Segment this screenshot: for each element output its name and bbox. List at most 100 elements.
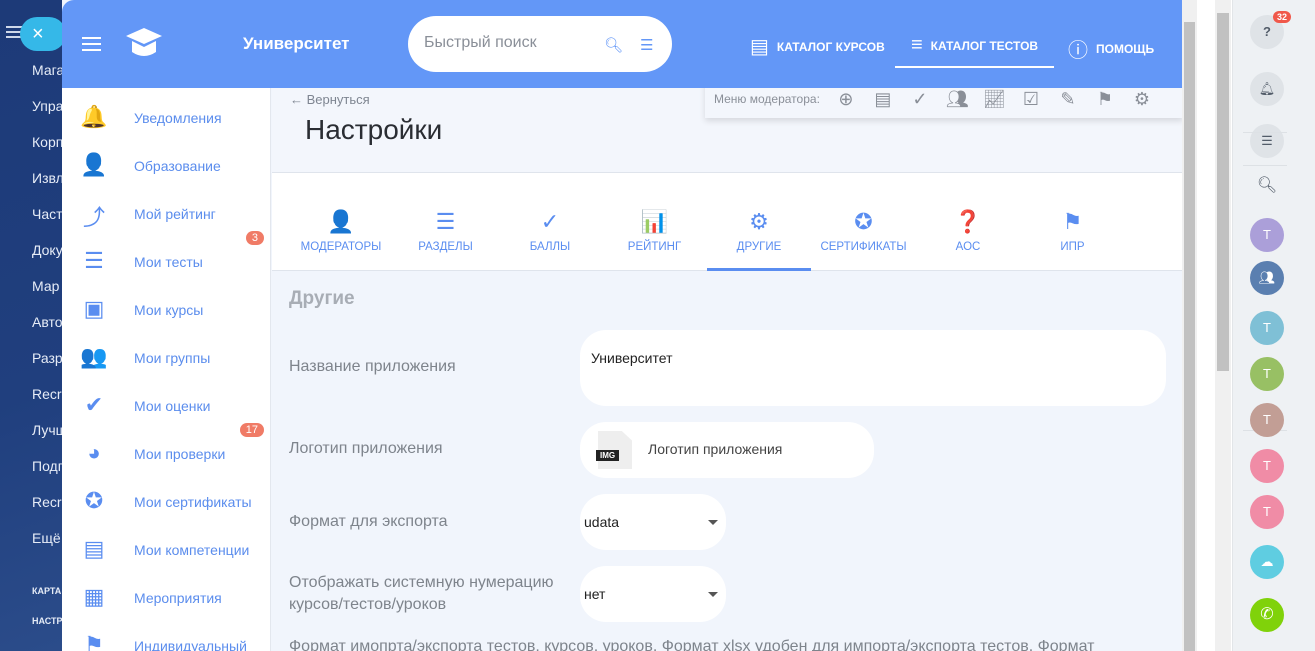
sidebar-item[interactable]: ⚑ Индивидуальный <box>62 625 271 651</box>
sidebar: 🔔 Уведомления 👤 Образование ⤴ Мой рейтинг ☰ Мои… <box>62 88 271 651</box>
chat-avatar[interactable]: Т <box>1250 449 1284 483</box>
advanced-search-icon[interactable]: ☰ <box>640 36 653 54</box>
sidebar-item-label: Образование <box>134 158 221 174</box>
numbering-select[interactable]: нет <box>580 566 726 622</box>
sidebar-item-label: Мой рейтинг <box>134 206 216 222</box>
bg-menu-item[interactable]: Лучш <box>32 422 62 438</box>
tab[interactable]: ⚑ ИПР <box>1021 173 1125 271</box>
tab-icon: ⚙ <box>749 209 769 234</box>
chat-list-icon[interactable]: ☰ <box>1250 124 1284 158</box>
background-hamburger-icon[interactable] <box>6 26 22 28</box>
tab-label: МОДЕРАТОРЫ <box>300 241 382 253</box>
bg-menu-small[interactable]: НАСТР <box>32 616 62 626</box>
chat-avatar[interactable]: Т <box>1250 311 1284 345</box>
help-icon: ⓘ <box>1068 40 1088 62</box>
bg-menu-item[interactable]: Авто <box>32 314 62 330</box>
bg-menu-item[interactable]: Recr <box>32 494 62 510</box>
back-link[interactable]: ← Вернуться <box>290 92 370 107</box>
sidebar-item[interactable]: ⤴ Мой рейтинг <box>62 193 271 241</box>
chat-avatar[interactable]: Т <box>1250 357 1284 391</box>
sidebar-item-label: Мои компетенции <box>134 542 250 558</box>
bg-menu-item[interactable]: Разр <box>32 350 62 366</box>
close-slider-button[interactable]: × <box>20 17 66 51</box>
bg-menu-item[interactable]: Корп <box>32 134 62 150</box>
bg-menu-item[interactable]: Мага <box>32 62 62 78</box>
search-input[interactable] <box>424 34 594 52</box>
settings-tabs: 👤 МОДЕРАТОРЫ ☰ РАЗДЕЛЫ ✓ БАЛЛЫ 📊 РЕЙТИНГ ⚙ ДРУГИЕ… <box>272 173 1182 271</box>
app-name-input[interactable]: Университет <box>580 330 1166 406</box>
hamburger-icon[interactable] <box>82 37 101 39</box>
add-list-icon[interactable]: ⊕ <box>835 89 857 110</box>
sidebar-item[interactable]: ◕ Мои проверки 17 <box>62 423 271 481</box>
chat-avatar[interactable]: Т <box>1250 218 1284 252</box>
sidebar-item[interactable]: ☰ Мои тесты 3 <box>62 231 271 289</box>
tab[interactable]: 👤 МОДЕРАТОРЫ <box>289 173 393 271</box>
review-icon: ◕ <box>87 440 101 465</box>
tab-label: ИПР <box>1060 241 1085 253</box>
sidebar-item[interactable]: 🔔 Уведомления <box>62 97 271 145</box>
tab[interactable]: ⚙ ДРУГИЕ <box>707 173 811 271</box>
nav-help[interactable]: ⓘ ПОМОЩЬ <box>1068 34 1154 63</box>
bg-menu-item[interactable]: Recr <box>32 386 62 402</box>
numbering-label: Отображать системную нумерацию курсов/те… <box>289 574 554 613</box>
bell-icon: 🔔 <box>80 104 108 129</box>
nav-test-catalog[interactable]: ≡ КАТАЛОГ ТЕСТОВ <box>894 34 1055 68</box>
sidebar-item[interactable]: ▤ Мои компетенции <box>62 529 271 577</box>
page-scrollbar[interactable] <box>1215 0 1231 651</box>
tab[interactable]: ✪ СЕРТИФИКАТЫ <box>812 173 916 271</box>
main-content: ← Вернуться Настройки Меню модератора: ⊕… <box>272 80 1182 651</box>
tab[interactable]: 📊 РЕЙТИНГ <box>603 173 707 271</box>
sidebar-item[interactable]: ▦ Мероприятия <box>62 577 271 625</box>
bg-menu-item[interactable]: Подп <box>32 458 62 474</box>
badge-icon: ▤ <box>83 536 105 561</box>
bg-menu-item[interactable]: Ещё <box>32 530 61 546</box>
bg-menu-item[interactable]: Упра <box>32 98 62 114</box>
sidebar-item[interactable]: ✔ Мои оценки <box>62 385 271 433</box>
tab-icon: ❓ <box>954 209 982 234</box>
check-add-icon[interactable]: ✓ <box>909 89 931 110</box>
nav-course-catalog[interactable]: ▤ КАТАЛОГ КУРСОВ <box>750 34 885 59</box>
edit-icon[interactable]: ✎ <box>1057 89 1079 110</box>
sidebar-item[interactable]: 👥 Мои группы <box>62 337 271 385</box>
chart-icon[interactable]: 📈︎ <box>983 89 1006 110</box>
sidebar-item-label: Уведомления <box>134 110 222 126</box>
notes-icon[interactable]: ▤ <box>872 89 894 110</box>
chevron-down-icon <box>708 520 718 525</box>
person-icon: 👤 <box>80 152 108 177</box>
group-chat-icon[interactable]: 👥︎ <box>1250 261 1284 295</box>
export-format-select[interactable]: udata <box>580 494 726 550</box>
search-icon[interactable]: 🔍︎ <box>1250 169 1284 203</box>
users-icon[interactable]: 👥︎ <box>946 89 969 110</box>
bg-menu-item[interactable]: Доку <box>32 242 62 258</box>
phone-icon[interactable]: ✆ <box>1250 598 1284 632</box>
gear-icon[interactable]: ⚙ <box>1131 89 1153 110</box>
chat-avatar[interactable]: Т <box>1250 403 1284 437</box>
bell-icon[interactable]: 🔔︎ <box>1250 72 1284 106</box>
person-board-icon[interactable]: ⚑ <box>1094 89 1116 110</box>
tab[interactable]: ✓ БАЛЛЫ <box>498 173 602 271</box>
bg-menu-item[interactable]: Извл <box>32 170 62 186</box>
ipr-icon: ⚑ <box>84 632 104 651</box>
logo-upload-button[interactable]: IMG Логотип приложения <box>580 422 874 478</box>
tab[interactable]: ☰ РАЗДЕЛЫ <box>394 173 498 271</box>
sidebar-item[interactable]: ✪ Мои сертификаты <box>62 481 271 529</box>
sidebar-item[interactable]: ▣ Мои курсы <box>62 289 271 337</box>
tab-icon: ✓ <box>540 209 560 234</box>
title-area: ← Вернуться Настройки Меню модератора: ⊕… <box>272 80 1182 173</box>
bg-menu-small[interactable]: КАРТА <box>32 586 61 596</box>
background-menu: Мага Упра Корп Извл Част Доку Мар Авто Р… <box>0 0 62 651</box>
search-icon[interactable]: 🔍︎ <box>604 36 623 54</box>
sidebar-item[interactable]: 👤 Образование <box>62 145 271 193</box>
checklist-icon[interactable]: ☑ <box>1020 89 1042 110</box>
mobile-cloud-icon[interactable]: ☁ <box>1250 545 1284 579</box>
rating-icon: ⤴ <box>82 205 105 230</box>
chat-avatar[interactable]: Т <box>1250 495 1284 529</box>
bg-menu-item[interactable]: Част <box>32 206 62 222</box>
graduation-cap-icon <box>126 28 162 56</box>
bg-menu-item[interactable]: Мар <box>32 278 59 294</box>
certificate-icon: ✪ <box>84 488 104 513</box>
tab[interactable]: ❓ АОС <box>916 173 1020 271</box>
brand-title[interactable]: Университет <box>243 34 350 54</box>
inner-scrollbar[interactable] <box>1182 0 1197 651</box>
file-tag: IMG <box>596 450 620 461</box>
